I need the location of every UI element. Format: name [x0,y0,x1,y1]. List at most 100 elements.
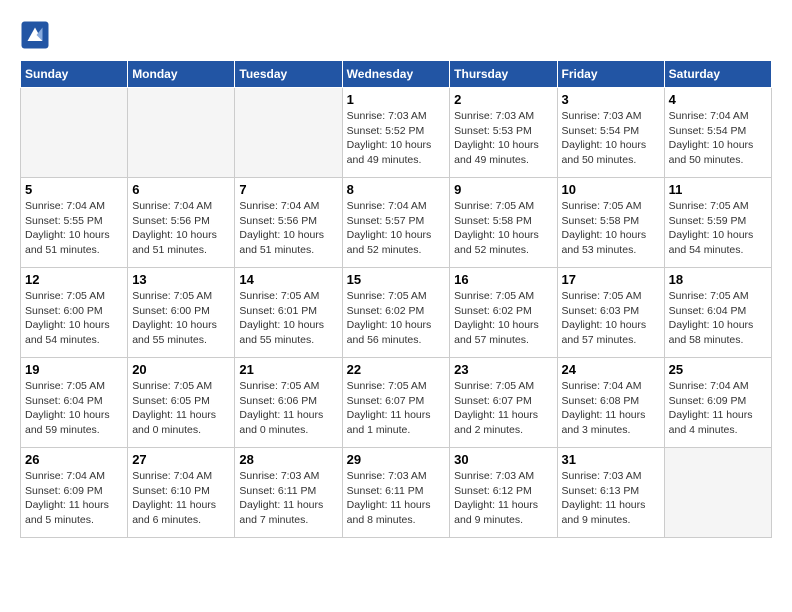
cell-date-number: 28 [239,452,337,467]
calendar-week-4: 19 Sunrise: 7:05 AM Sunset: 6:04 PM Dayli… [21,358,772,448]
calendar-cell: 3 Sunrise: 7:03 AM Sunset: 5:54 PM Daylig… [557,88,664,178]
cell-info-text: Sunrise: 7:04 AM Sunset: 6:08 PM Dayligh… [562,379,660,438]
cell-info-text: Sunrise: 7:05 AM Sunset: 5:58 PM Dayligh… [562,199,660,258]
calendar-cell: 10Sunrise: 7:05 AM Sunset: 5:58 PM Dayli… [557,178,664,268]
calendar-cell: 8 Sunrise: 7:04 AM Sunset: 5:57 PM Daylig… [342,178,450,268]
weekday-header-saturday: Saturday [664,61,771,88]
cell-date-number: 30 [454,452,552,467]
calendar-cell: 27 Sunrise: 7:04 AM Sunset: 6:10 PM Dayli… [128,448,235,538]
cell-info-text: Sunrise: 7:05 AM Sunset: 5:59 PM Dayligh… [669,199,767,258]
cell-date-number: 3 [562,92,660,107]
cell-date-number: 20 [132,362,230,377]
cell-info-text: Sunrise: 7:04 AM Sunset: 5:56 PM Dayligh… [239,199,337,258]
calendar-cell: 29 Sunrise: 7:03 AM Sunset: 6:11 PM Dayli… [342,448,450,538]
calendar-cell: 14Sunrise: 7:05 AM Sunset: 6:01 PM Dayli… [235,268,342,358]
calendar-week-5: 26 Sunrise: 7:04 AM Sunset: 6:09 PM Dayli… [21,448,772,538]
calendar-table: SundayMondayTuesdayWednesdayThursdayFrid… [20,60,772,538]
calendar-week-3: 12 Sunrise: 7:05 AM Sunset: 6:00 PM Dayli… [21,268,772,358]
calendar-cell: 17 Sunrise: 7:05 AM Sunset: 6:03 PM Dayli… [557,268,664,358]
calendar-cell [128,88,235,178]
cell-date-number: 15 [347,272,446,287]
calendar-cell: 26 Sunrise: 7:04 AM Sunset: 6:09 PM Dayli… [21,448,128,538]
page-header [20,20,772,50]
calendar-cell: 19 Sunrise: 7:05 AM Sunset: 6:04 PM Dayli… [21,358,128,448]
cell-info-text: Sunrise: 7:04 AM Sunset: 6:09 PM Dayligh… [669,379,767,438]
cell-date-number: 4 [669,92,767,107]
calendar-cell: 9 Sunrise: 7:05 AM Sunset: 5:58 PM Daylig… [450,178,557,268]
cell-info-text: Sunrise: 7:04 AM Sunset: 5:57 PM Dayligh… [347,199,446,258]
cell-date-number: 11 [669,182,767,197]
cell-date-number: 23 [454,362,552,377]
calendar-cell: 2Sunrise: 7:03 AM Sunset: 5:53 PM Daylig… [450,88,557,178]
cell-info-text: Sunrise: 7:05 AM Sunset: 5:58 PM Dayligh… [454,199,552,258]
weekday-header-sunday: Sunday [21,61,128,88]
cell-date-number: 14 [239,272,337,287]
calendar-cell: 21 Sunrise: 7:05 AM Sunset: 6:06 PM Dayli… [235,358,342,448]
cell-info-text: Sunrise: 7:04 AM Sunset: 6:09 PM Dayligh… [25,469,123,528]
cell-info-text: Sunrise: 7:04 AM Sunset: 5:55 PM Dayligh… [25,199,123,258]
calendar-cell [21,88,128,178]
cell-info-text: Sunrise: 7:05 AM Sunset: 6:06 PM Dayligh… [239,379,337,438]
calendar-cell: 12 Sunrise: 7:05 AM Sunset: 6:00 PM Dayli… [21,268,128,358]
cell-info-text: Sunrise: 7:05 AM Sunset: 6:04 PM Dayligh… [669,289,767,348]
cell-info-text: Sunrise: 7:03 AM Sunset: 6:11 PM Dayligh… [239,469,337,528]
cell-date-number: 31 [562,452,660,467]
weekday-header-friday: Friday [557,61,664,88]
cell-date-number: 21 [239,362,337,377]
cell-date-number: 18 [669,272,767,287]
cell-info-text: Sunrise: 7:05 AM Sunset: 6:02 PM Dayligh… [347,289,446,348]
calendar-cell: 18 Sunrise: 7:05 AM Sunset: 6:04 PM Dayli… [664,268,771,358]
cell-date-number: 8 [347,182,446,197]
calendar-cell: 11 Sunrise: 7:05 AM Sunset: 5:59 PM Dayli… [664,178,771,268]
cell-date-number: 24 [562,362,660,377]
cell-info-text: Sunrise: 7:03 AM Sunset: 6:11 PM Dayligh… [347,469,446,528]
cell-info-text: Sunrise: 7:05 AM Sunset: 6:02 PM Dayligh… [454,289,552,348]
cell-date-number: 7 [239,182,337,197]
calendar-cell: 20 Sunrise: 7:05 AM Sunset: 6:05 PM Dayli… [128,358,235,448]
cell-info-text: Sunrise: 7:04 AM Sunset: 5:54 PM Dayligh… [669,109,767,168]
cell-info-text: Sunrise: 7:04 AM Sunset: 5:56 PM Dayligh… [132,199,230,258]
cell-info-text: Sunrise: 7:03 AM Sunset: 6:13 PM Dayligh… [562,469,660,528]
cell-date-number: 1 [347,92,446,107]
cell-date-number: 13 [132,272,230,287]
cell-date-number: 9 [454,182,552,197]
cell-info-text: Sunrise: 7:03 AM Sunset: 5:52 PM Dayligh… [347,109,446,168]
cell-date-number: 22 [347,362,446,377]
cell-info-text: Sunrise: 7:05 AM Sunset: 6:07 PM Dayligh… [347,379,446,438]
calendar-cell [235,88,342,178]
calendar-body: 1 Sunrise: 7:03 AM Sunset: 5:52 PM Daylig… [21,88,772,538]
cell-date-number: 16 [454,272,552,287]
calendar-cell: 24 Sunrise: 7:04 AM Sunset: 6:08 PM Dayli… [557,358,664,448]
cell-info-text: Sunrise: 7:03 AM Sunset: 6:12 PM Dayligh… [454,469,552,528]
cell-info-text: Sunrise: 7:04 AM Sunset: 6:10 PM Dayligh… [132,469,230,528]
calendar-cell: 16 Sunrise: 7:05 AM Sunset: 6:02 PM Dayli… [450,268,557,358]
cell-date-number: 29 [347,452,446,467]
cell-info-text: Sunrise: 7:05 AM Sunset: 6:00 PM Dayligh… [25,289,123,348]
calendar-cell: 7 Sunrise: 7:04 AM Sunset: 5:56 PM Daylig… [235,178,342,268]
calendar-cell: 31 Sunrise: 7:03 AM Sunset: 6:13 PM Dayli… [557,448,664,538]
calendar-cell: 22 Sunrise: 7:05 AM Sunset: 6:07 PM Dayli… [342,358,450,448]
cell-info-text: Sunrise: 7:03 AM Sunset: 5:54 PM Dayligh… [562,109,660,168]
weekday-header-thursday: Thursday [450,61,557,88]
cell-date-number: 6 [132,182,230,197]
cell-info-text: Sunrise: 7:05 AM Sunset: 6:00 PM Dayligh… [132,289,230,348]
calendar-cell: 4 Sunrise: 7:04 AM Sunset: 5:54 PM Daylig… [664,88,771,178]
cell-date-number: 17 [562,272,660,287]
cell-date-number: 19 [25,362,123,377]
cell-date-number: 25 [669,362,767,377]
calendar-cell: 15 Sunrise: 7:05 AM Sunset: 6:02 PM Dayli… [342,268,450,358]
cell-info-text: Sunrise: 7:05 AM Sunset: 6:07 PM Dayligh… [454,379,552,438]
calendar-cell: 1 Sunrise: 7:03 AM Sunset: 5:52 PM Daylig… [342,88,450,178]
calendar-cell: 30 Sunrise: 7:03 AM Sunset: 6:12 PM Dayli… [450,448,557,538]
weekday-header-monday: Monday [128,61,235,88]
cell-date-number: 2 [454,92,552,107]
cell-info-text: Sunrise: 7:05 AM Sunset: 6:03 PM Dayligh… [562,289,660,348]
cell-info-text: Sunrise: 7:05 AM Sunset: 6:04 PM Dayligh… [25,379,123,438]
calendar-cell: 23 Sunrise: 7:05 AM Sunset: 6:07 PM Dayli… [450,358,557,448]
weekday-header-tuesday: Tuesday [235,61,342,88]
logo [20,20,54,50]
cell-info-text: Sunrise: 7:05 AM Sunset: 6:05 PM Dayligh… [132,379,230,438]
cell-date-number: 26 [25,452,123,467]
cell-date-number: 27 [132,452,230,467]
cell-date-number: 12 [25,272,123,287]
